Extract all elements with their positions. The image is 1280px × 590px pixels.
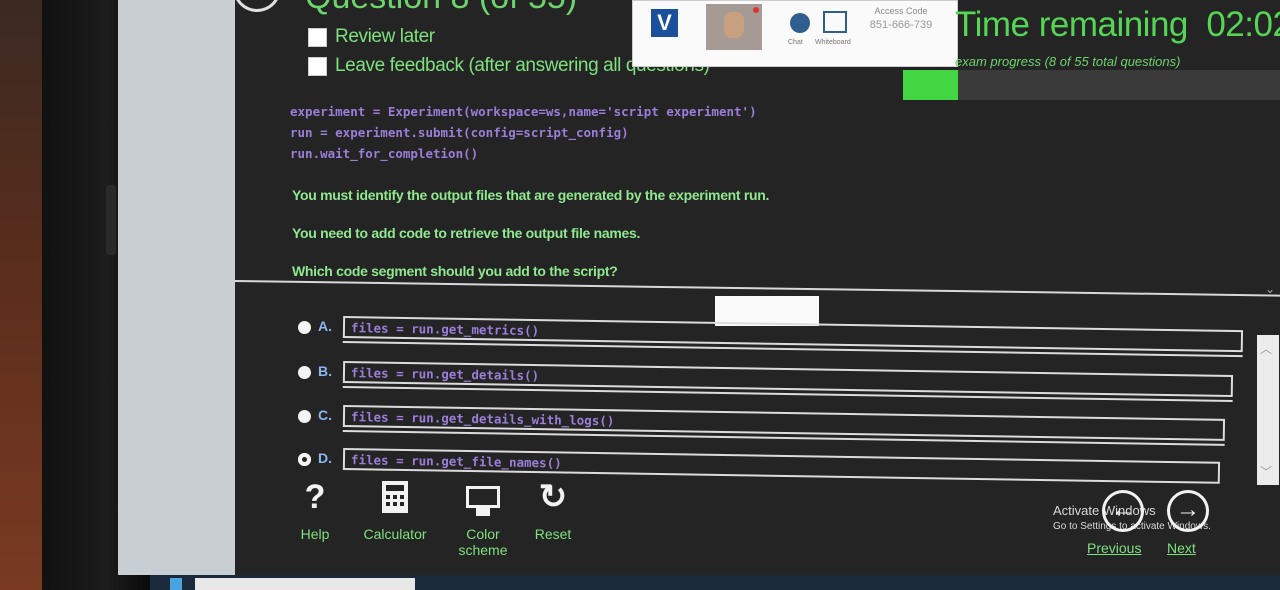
time-remaining-label: Time remaining — [955, 5, 1188, 44]
next-button[interactable]: Next — [1167, 540, 1196, 556]
previous-arrow-icon[interactable]: ← — [1102, 490, 1144, 532]
windows-start-icon[interactable] — [170, 578, 182, 590]
whiteboard-label: Whiteboard — [815, 39, 851, 46]
review-later-label: Review later — [335, 26, 435, 47]
option-code[interactable]: files = run.get_details() — [342, 361, 1234, 402]
reset-icon: ↻ — [538, 478, 568, 516]
help-label: Help — [300, 526, 330, 542]
option-code-text: files = run.get_file_names() — [350, 452, 562, 471]
exam-screen: Question 8 (of 55) Review later Leave fe… — [235, 0, 1280, 575]
option-radio[interactable] — [298, 321, 311, 334]
option-code[interactable]: files = run.get_details_with_logs() — [342, 405, 1226, 446]
option-code-text: files = run.get_details_with_logs() — [350, 409, 615, 429]
options-scrollbar[interactable]: ︿ ﹀ — [1257, 335, 1279, 485]
time-remaining: Time remaining 02:02:15 — [955, 5, 1280, 45]
scroll-up-icon[interactable]: ︿ — [1260, 340, 1272, 357]
color-scheme-label-1: Color — [466, 526, 500, 542]
reset-button[interactable]: ↻ Reset — [528, 478, 578, 542]
option-underline — [342, 385, 1233, 402]
chat-label: Chat — [788, 39, 803, 46]
review-later-option[interactable]: Review later — [308, 26, 435, 48]
option-code-text: files = run.get_metrics() — [350, 320, 540, 339]
webcam-preview — [706, 4, 762, 50]
chevron-down-icon[interactable]: ⌄ — [1265, 282, 1275, 296]
whiteboard-icon[interactable] — [823, 11, 847, 33]
option-letter: B. — [318, 363, 332, 379]
option-code-text: files = run.get_details() — [350, 365, 540, 384]
exam-progress-fill — [903, 70, 958, 100]
bezel-detail — [106, 185, 116, 255]
option-underline — [342, 429, 1225, 446]
monitor-stand — [476, 508, 490, 516]
access-code-label: Access Code — [874, 6, 928, 16]
leave-feedback-checkbox[interactable] — [308, 56, 327, 76]
taskbar-search-box[interactable] — [195, 578, 415, 590]
recording-dot-icon — [753, 7, 759, 13]
option-letter: A. — [318, 318, 332, 334]
question-prompt: Which code segment should you add to the… — [292, 263, 618, 279]
calculator-label: Calculator — [363, 526, 427, 542]
proctor-toolbar: V Chat Whiteboard Access Code 851-666-73… — [632, 0, 958, 67]
option-letter: C. — [318, 407, 332, 423]
color-scheme-label-2: scheme — [458, 542, 508, 558]
exam-progress-label: exam progress (8 of 55 total questions) — [955, 54, 1181, 69]
review-later-checkbox[interactable] — [308, 27, 327, 47]
menu-circle-icon[interactable] — [235, 0, 281, 12]
help-icon: ? — [304, 478, 326, 516]
chat-icon[interactable] — [790, 13, 810, 33]
option-radio[interactable] — [298, 410, 311, 423]
monitor-icon — [466, 486, 500, 508]
screen-left-panel — [118, 0, 236, 575]
scroll-down-icon[interactable]: ﹀ — [1260, 463, 1272, 480]
option-letter: D. — [318, 450, 332, 466]
code-line: experiment = Experiment(workspace=ws,nam… — [290, 104, 757, 119]
code-line: run = experiment.submit(config=script_co… — [290, 125, 629, 140]
question-title: Question 8 (of 55) — [305, 0, 577, 17]
exam-progress-bar — [903, 70, 1280, 100]
proctor-logo-icon: V — [651, 9, 678, 37]
access-code-value: 851-666-739 — [869, 19, 933, 31]
calculator-icon — [382, 481, 408, 513]
webcam-face — [724, 12, 744, 38]
windows-taskbar — [150, 575, 1280, 590]
color-scheme-button[interactable]: Color scheme — [455, 478, 511, 558]
question-prompt: You need to add code to retrieve the out… — [292, 225, 641, 241]
reset-label: Reset — [534, 526, 572, 542]
help-button[interactable]: ? Help — [290, 478, 340, 542]
option-radio[interactable] — [298, 453, 311, 466]
calculator-button[interactable]: Calculator — [357, 478, 433, 542]
previous-button[interactable]: Previous — [1087, 540, 1141, 556]
option-underline — [342, 340, 1243, 358]
divider — [235, 280, 1280, 297]
code-line: run.wait_for_completion() — [290, 146, 479, 161]
next-arrow-icon[interactable]: → — [1167, 490, 1209, 532]
time-remaining-value: 02:02:15 — [1206, 5, 1280, 44]
question-prompt: You must identify the output files that … — [292, 187, 770, 203]
option-radio[interactable] — [298, 366, 311, 379]
